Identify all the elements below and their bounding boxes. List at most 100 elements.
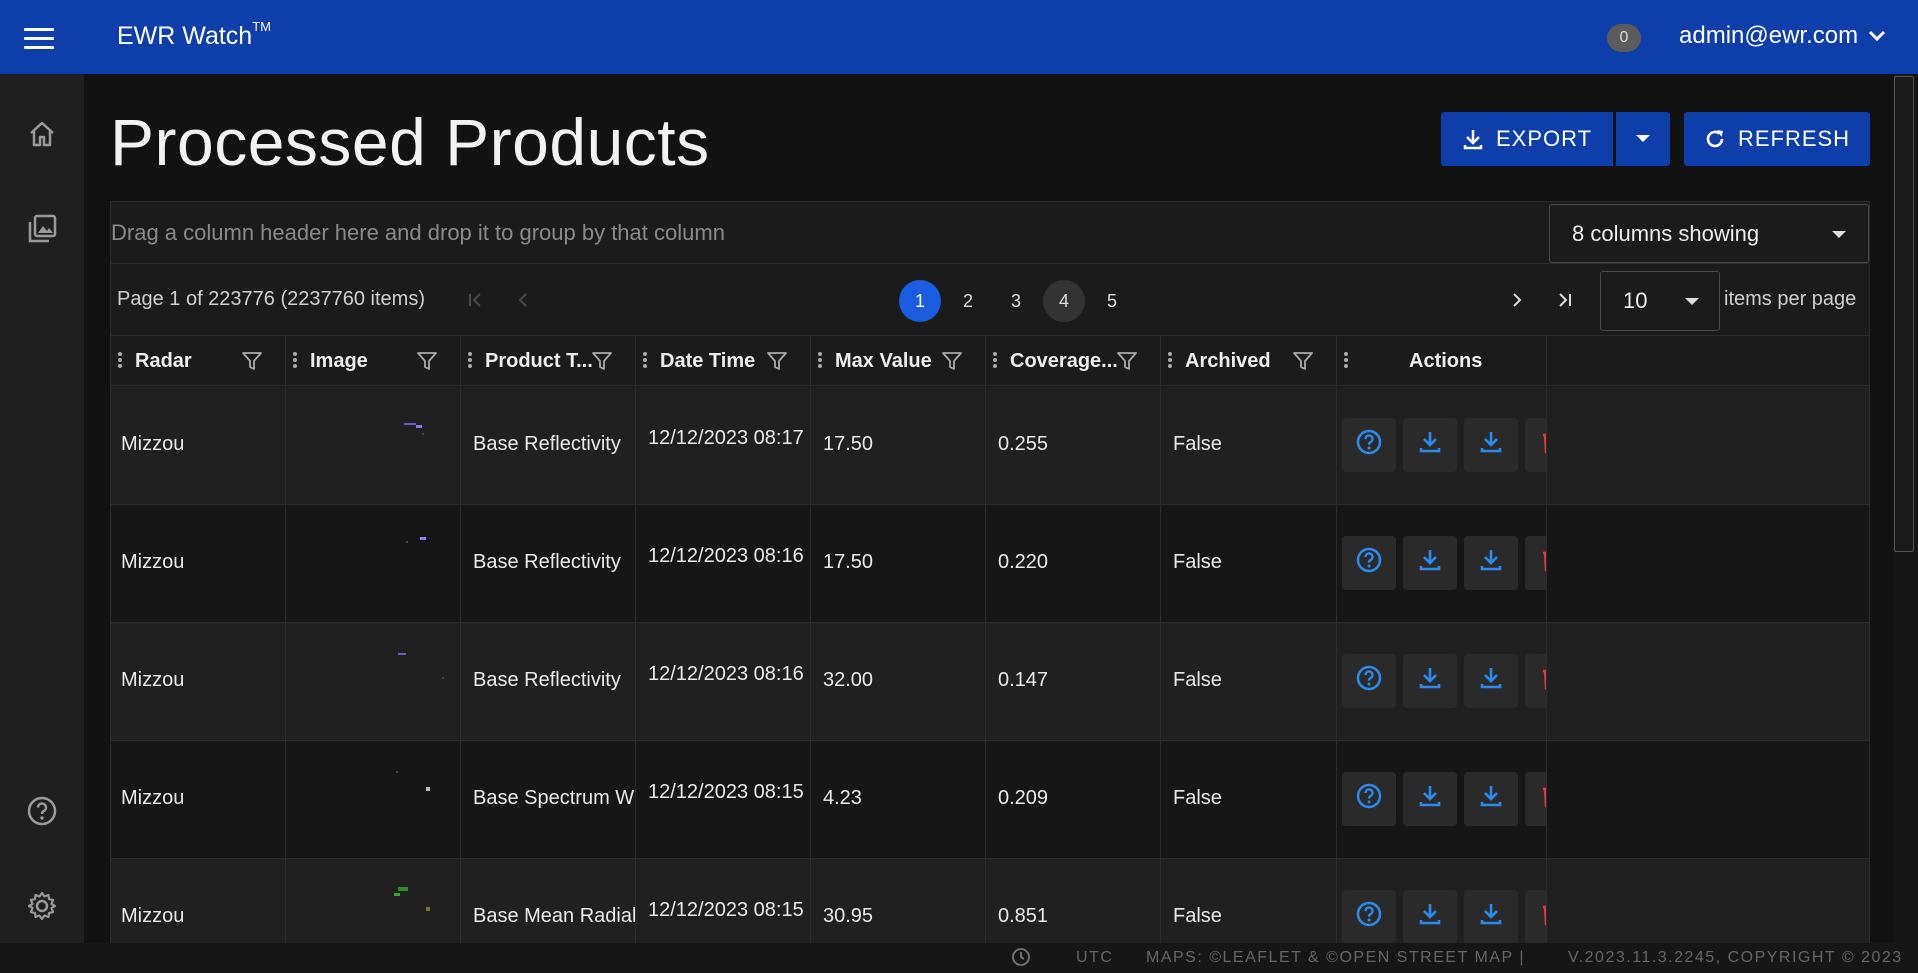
info-button[interactable] [1342, 654, 1396, 708]
cell-image [286, 505, 461, 623]
user-email: admin@ewr.com [1679, 22, 1859, 49]
delete-button[interactable] [1525, 536, 1546, 590]
info-button[interactable] [1342, 890, 1396, 943]
page-4-button[interactable]: 4 [1043, 280, 1085, 322]
max-value: 30.95 [823, 905, 874, 927]
product-type: Base Spectrum Wi... [473, 787, 635, 809]
help-icon[interactable] [22, 791, 62, 831]
column-header-max-value[interactable]: Max Value [811, 336, 986, 386]
cell-date-time: 12/12/2023 08:15 | [636, 859, 811, 943]
help-icon [1355, 900, 1383, 934]
first-page-icon[interactable] [461, 286, 489, 314]
filter-icon[interactable] [1116, 350, 1138, 372]
prev-page-icon[interactable] [509, 286, 537, 314]
info-button[interactable] [1342, 418, 1396, 472]
cell-max-value: 17.50 [811, 505, 986, 623]
table-row[interactable]: Mizzou Base Reflectivity 12/12/2023 08:17 … [111, 387, 1869, 505]
cell-max-value: 30.95 [811, 859, 986, 943]
cell-image [286, 623, 461, 741]
drag-handle-icon[interactable] [1344, 352, 1348, 368]
delete-button[interactable] [1525, 654, 1546, 708]
hamburger-menu-icon[interactable] [24, 22, 64, 52]
last-page-icon[interactable] [1551, 286, 1579, 314]
group-hint: Drag a column header here and drop it to… [111, 220, 725, 245]
product-thumbnail[interactable] [326, 639, 460, 725]
column-label: Max Value [835, 350, 932, 372]
page-2-button[interactable]: 2 [947, 280, 989, 322]
product-thumbnail[interactable] [326, 757, 460, 843]
page-5-button[interactable]: 5 [1091, 280, 1133, 322]
download-button[interactable] [1403, 536, 1457, 590]
cell-archived: False [1161, 387, 1337, 505]
filter-icon[interactable] [416, 350, 438, 372]
clock-icon [1011, 947, 1031, 972]
columns-selector[interactable]: 8 columns showing [1549, 204, 1869, 263]
column-header-archived[interactable]: Archived [1161, 336, 1337, 386]
radar-name: Mizzou [121, 669, 185, 691]
cell-coverage: 0.209 [986, 741, 1161, 859]
info-button[interactable] [1342, 536, 1396, 590]
product-thumbnail[interactable] [326, 875, 460, 943]
drag-handle-icon[interactable] [468, 352, 472, 368]
column-header-image[interactable]: Image [286, 336, 461, 386]
cell-image [286, 387, 461, 505]
cell-product-type: Base Spectrum Wi... [461, 741, 636, 859]
column-header-date-time[interactable]: Date Time [636, 336, 811, 386]
page-1-button[interactable]: 1 [899, 280, 941, 322]
gallery-icon[interactable] [22, 209, 62, 249]
next-page-icon[interactable] [1503, 286, 1531, 314]
cell-max-value: 17.50 [811, 387, 986, 505]
download-button[interactable] [1403, 772, 1457, 826]
notification-badge[interactable]: 0 [1607, 24, 1641, 52]
refresh-button[interactable]: REFRESH [1684, 112, 1870, 166]
drag-handle-icon[interactable] [1168, 352, 1172, 368]
filter-icon[interactable] [241, 350, 263, 372]
drag-handle-icon[interactable] [293, 352, 297, 368]
filter-icon[interactable] [591, 350, 613, 372]
delete-button[interactable] [1525, 772, 1546, 826]
download-button[interactable] [1403, 418, 1457, 472]
download-button[interactable] [1403, 890, 1457, 943]
drag-handle-icon[interactable] [118, 352, 122, 368]
cell-coverage: 0.147 [986, 623, 1161, 741]
product-type: Base Mean Radial ... [473, 905, 636, 927]
table-row[interactable]: Mizzou Base Reflectivity 12/12/2023 08:16 … [111, 623, 1869, 741]
download-raw-button[interactable] [1464, 536, 1518, 590]
table-row[interactable]: Mizzou Base Reflectivity 12/12/2023 08:16 … [111, 505, 1869, 623]
download-button[interactable] [1403, 654, 1457, 708]
column-header-product-type[interactable]: Product T... [461, 336, 636, 386]
page-3-button[interactable]: 3 [995, 280, 1037, 322]
drag-handle-icon[interactable] [993, 352, 997, 368]
filter-icon[interactable] [766, 350, 788, 372]
scrollbar[interactable] [1894, 76, 1914, 552]
items-per-page-label: items per page [1724, 288, 1857, 310]
delete-button[interactable] [1525, 890, 1546, 943]
filter-icon[interactable] [941, 350, 963, 372]
drag-handle-icon[interactable] [643, 352, 647, 368]
info-button[interactable] [1342, 772, 1396, 826]
table-row[interactable]: Mizzou Base Mean Radial ... 12/12/2023 08:… [111, 859, 1869, 943]
product-thumbnail[interactable] [326, 403, 460, 489]
app-title[interactable]: EWR WatchTM [117, 19, 271, 51]
download-raw-button[interactable] [1464, 654, 1518, 708]
download-raw-button[interactable] [1464, 890, 1518, 943]
filter-icon[interactable] [1292, 350, 1314, 372]
group-panel[interactable]: Drag a column header here and drop it to… [111, 202, 1869, 264]
export-button[interactable]: EXPORT [1441, 112, 1613, 166]
column-header-radar[interactable]: Radar [111, 336, 286, 386]
product-thumbnail[interactable] [326, 521, 460, 607]
download-raw-button[interactable] [1464, 772, 1518, 826]
items-per-page-select[interactable]: 10 [1600, 271, 1720, 331]
trademark-mark: TM [252, 19, 271, 34]
table-row[interactable]: Mizzou Base Spectrum Wi... 12/12/2023 08:1… [111, 741, 1869, 859]
drag-handle-icon[interactable] [818, 352, 822, 368]
radar-name: Mizzou [121, 905, 185, 927]
delete-button[interactable] [1525, 418, 1546, 472]
column-header-coverage[interactable]: Coverage... [986, 336, 1161, 386]
gear-icon[interactable] [22, 886, 62, 926]
column-header-actions[interactable]: Actions [1337, 336, 1547, 386]
home-icon[interactable] [22, 114, 62, 154]
user-menu[interactable]: admin@ewr.com [1679, 22, 1886, 50]
export-dropdown-button[interactable] [1616, 112, 1670, 166]
download-raw-button[interactable] [1464, 418, 1518, 472]
